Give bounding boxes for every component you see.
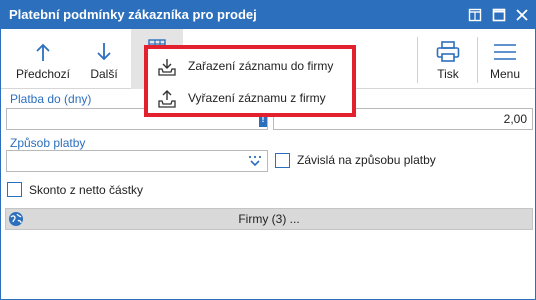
next-button[interactable]: Další bbox=[81, 29, 127, 89]
restore-icon[interactable] bbox=[467, 7, 483, 23]
record-actions-popup: Zařazení záznamu do firmy Vyřazení zázna… bbox=[144, 45, 356, 117]
toolbar-separator bbox=[477, 37, 478, 83]
zpusob-label: Způsob platby bbox=[10, 136, 86, 150]
zavisla-label: Závislá na způsobu platby bbox=[297, 153, 436, 167]
print-label: Tisk bbox=[437, 67, 459, 81]
previous-label: Předchozí bbox=[15, 67, 71, 81]
menu-item-remove-from-company[interactable]: Vyřazení záznamu z firmy bbox=[148, 83, 352, 115]
dropdown-chevron-icon[interactable] bbox=[247, 154, 263, 168]
menu-button[interactable]: Menu bbox=[481, 29, 529, 89]
toolbar-separator bbox=[417, 37, 418, 83]
previous-button[interactable]: Předchozí bbox=[9, 29, 77, 89]
tray-in-icon bbox=[158, 58, 176, 76]
dialog-window: Platební podmínky zákazníka pro prodej P… bbox=[0, 0, 536, 300]
menu-item-label: Vyřazení záznamu z firmy bbox=[188, 91, 326, 105]
arrow-down-icon bbox=[81, 41, 127, 63]
zavisla-checkbox[interactable] bbox=[275, 153, 290, 168]
firmy-label: Firmy (3) ... bbox=[238, 212, 300, 226]
arrow-up-icon bbox=[9, 41, 77, 63]
platba-label: Platba do (dny) bbox=[10, 92, 92, 106]
next-label: Další bbox=[90, 67, 118, 81]
print-button[interactable]: Tisk bbox=[423, 29, 473, 89]
printer-icon bbox=[423, 41, 473, 63]
firmy-bar[interactable]: Firmy (3) ... bbox=[5, 208, 533, 230]
hamburger-menu-icon bbox=[481, 41, 529, 63]
tray-out-icon bbox=[158, 90, 176, 108]
zpusob-select[interactable] bbox=[6, 150, 268, 172]
menu-item-add-to-company[interactable]: Zařazení záznamu do firmy bbox=[148, 51, 352, 83]
platba-value: 2,00 bbox=[503, 112, 527, 126]
title-bar[interactable]: Platební podmínky zákazníka pro prodej bbox=[1, 1, 535, 29]
skonto-checkbox[interactable] bbox=[7, 182, 22, 197]
close-icon[interactable] bbox=[514, 7, 530, 23]
maximize-icon[interactable] bbox=[491, 7, 507, 23]
window-title: Platební podmínky zákazníka pro prodej bbox=[9, 7, 257, 22]
skonto-label: Skonto z netto částky bbox=[29, 183, 144, 197]
menu-label: Menu bbox=[489, 67, 521, 81]
menu-item-label: Zařazení záznamu do firmy bbox=[188, 59, 334, 73]
